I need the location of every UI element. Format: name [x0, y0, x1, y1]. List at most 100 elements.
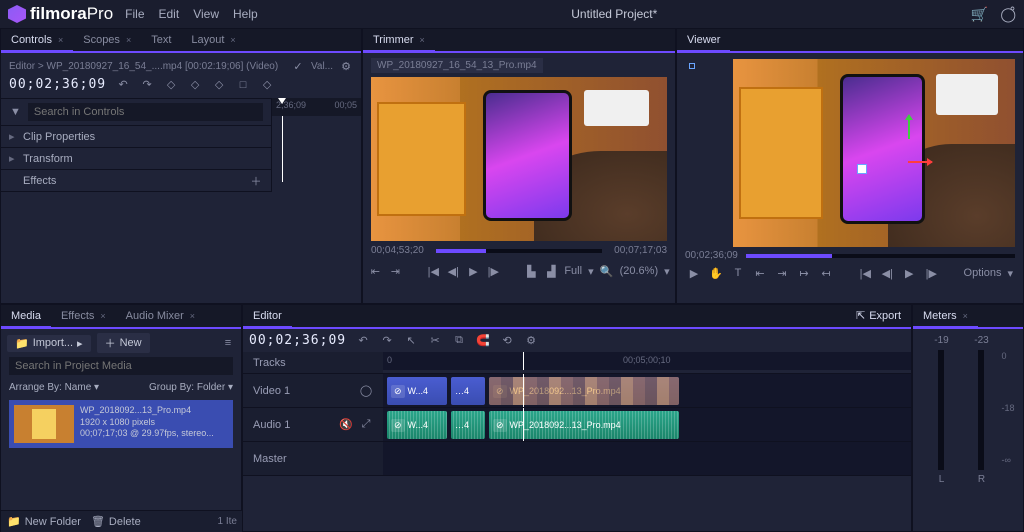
tab-text[interactable]: Text [141, 30, 181, 50]
add-effect-icon[interactable]: ＋ [249, 174, 263, 188]
track-audio1[interactable]: Audio 1🔇⤢ [243, 408, 383, 441]
audio-clip-1[interactable]: ⊘W...4 [387, 411, 447, 439]
audio-clip-2[interactable]: …4 [451, 411, 485, 439]
tab-trimmer[interactable]: Trimmer× [363, 30, 435, 52]
eye-icon[interactable]: ◯ [359, 384, 373, 398]
titlebar: filmoraPro File Edit View Help Untitled … [0, 0, 1024, 28]
zoom-icon[interactable]: 🔍 [600, 264, 614, 278]
app-logo: filmoraPro [8, 4, 113, 24]
cart-icon[interactable]: 🛒 [971, 6, 988, 23]
mute-icon[interactable]: 🔇 [339, 418, 353, 432]
tab-scopes[interactable]: Scopes× [73, 30, 141, 50]
meter-l [938, 350, 944, 470]
mark-in-icon[interactable]: ⇤ [368, 264, 382, 278]
tab-media[interactable]: Media [1, 306, 51, 328]
text-tool-icon[interactable]: T [731, 266, 745, 280]
keyframe-prev-icon[interactable]: ◇ [164, 78, 178, 92]
keyframe-next-icon[interactable]: ◇ [212, 78, 226, 92]
track-master[interactable]: Master [243, 442, 383, 475]
row-effects[interactable]: Effects＋ [1, 170, 271, 192]
stop-kf-icon[interactable]: □ [236, 78, 250, 92]
mark-out-icon[interactable]: ⇥ [388, 264, 402, 278]
video-clip-3[interactable]: ⊘WP_2018092...13_Pro.mp4 [489, 377, 679, 405]
redo-icon[interactable]: ↷ [380, 334, 394, 348]
play-icon[interactable]: ▶ [466, 264, 480, 278]
tab-audiomixer[interactable]: Audio Mixer× [116, 306, 205, 326]
tab-meters[interactable]: Meters× [913, 306, 978, 328]
tab-editor[interactable]: Editor [243, 306, 292, 328]
media-search[interactable] [9, 357, 233, 375]
undo-icon[interactable]: ↶ [356, 334, 370, 348]
mark-in-icon[interactable]: ⇤ [753, 266, 767, 280]
trimmer-filename: WP_20180927_16_54_13_Pro.mp4 [371, 58, 543, 73]
step-fwd-icon[interactable]: |▶ [924, 266, 938, 280]
keyframe-icon[interactable]: ◇ [188, 78, 202, 92]
trimmer-preview[interactable] [371, 77, 667, 241]
audio-clip-3[interactable]: ⊘WP_2018092...13_Pro.mp4 [489, 411, 679, 439]
value-icon[interactable]: ✓ [291, 59, 305, 73]
hand-tool-icon[interactable]: ✋ [709, 266, 723, 280]
settings-icon[interactable]: ⚙ [524, 334, 538, 348]
video-clip-1[interactable]: ⊘W...4 [387, 377, 447, 405]
select-tool-icon[interactable]: ▶ [687, 266, 701, 280]
meter-r [978, 350, 984, 470]
snap-icon[interactable]: 🧲 [476, 334, 490, 348]
tab-layout[interactable]: Layout× [181, 30, 245, 50]
tab-effects[interactable]: Effects× [51, 306, 116, 326]
row-transform[interactable]: ▸Transform [1, 148, 271, 170]
filter-icon[interactable]: ▼ [9, 105, 22, 119]
viewer-options[interactable]: Options [964, 267, 1002, 279]
controls-timecode[interactable]: 00;02;36;09 [9, 77, 106, 92]
group-by[interactable]: Group By: Folder ▾ [149, 382, 233, 393]
go-start-icon[interactable]: |◀ [858, 266, 872, 280]
undo-icon[interactable]: ↶ [116, 78, 130, 92]
diamond-icon[interactable]: ◇ [260, 78, 274, 92]
project-title: Untitled Project* [258, 7, 971, 21]
tab-viewer[interactable]: Viewer [677, 30, 730, 52]
tab-controls[interactable]: Controls× [1, 30, 73, 52]
user-icon[interactable]: ◯̊ [1000, 6, 1016, 23]
slip-tool-icon[interactable]: ⧉ [452, 334, 466, 348]
meter-peak-l: -19 [934, 335, 948, 346]
menu-view[interactable]: View [193, 7, 219, 21]
go-start-icon[interactable]: |◀ [426, 264, 440, 278]
viewer-margin [677, 53, 733, 247]
insert-icon[interactable]: ▙ [524, 264, 538, 278]
zoom-pct[interactable]: (20.6%) [620, 265, 659, 277]
settings-icon[interactable]: ⚙ [339, 59, 353, 73]
delete-button[interactable]: 🗑Delete [91, 515, 141, 528]
link-icon[interactable]: ⟲ [500, 334, 514, 348]
video-clip-2[interactable]: …4 [451, 377, 485, 405]
export-button[interactable]: ⇱Export [856, 309, 901, 322]
media-item[interactable]: WP_2018092...13_Pro.mp4 1920 x 1080 pixe… [9, 400, 233, 448]
track-video1[interactable]: Video 1◯ [243, 374, 383, 407]
trimmer-tc-out: 00;07;17;03 [614, 245, 667, 256]
loop-out-icon[interactable]: ↤ [819, 266, 833, 280]
chevron-icon[interactable]: ⤢ [359, 418, 373, 432]
list-view-icon[interactable]: ≡ [221, 336, 235, 350]
main-menu: File Edit View Help [125, 7, 258, 21]
razor-tool-icon[interactable]: ✂ [428, 334, 442, 348]
redo-icon[interactable]: ↷ [140, 78, 154, 92]
arrange-by[interactable]: Arrange By: Name ▾ [9, 382, 99, 393]
editor-timecode[interactable]: 00;02;36;09 [249, 333, 346, 348]
timeline-ruler[interactable]: 0 00;05;00;10 [383, 352, 911, 370]
menu-help[interactable]: Help [233, 7, 258, 21]
viewer-preview[interactable] [733, 59, 1015, 247]
new-folder-button[interactable]: 📁New Folder [7, 515, 81, 528]
step-fwd-icon[interactable]: |▶ [486, 264, 500, 278]
play-icon[interactable]: ▶ [902, 266, 916, 280]
menu-file[interactable]: File [125, 7, 144, 21]
pointer-tool-icon[interactable]: ↖ [404, 334, 418, 348]
step-back-icon[interactable]: ◀| [446, 264, 460, 278]
row-clip-properties[interactable]: ▸Clip Properties [1, 126, 271, 148]
loop-in-icon[interactable]: ↦ [797, 266, 811, 280]
full-toggle[interactable]: Full [564, 265, 582, 277]
import-button[interactable]: 📁Import...▸ [7, 335, 91, 352]
overlay-icon[interactable]: ▟ [544, 264, 558, 278]
mark-out-icon[interactable]: ⇥ [775, 266, 789, 280]
step-back-icon[interactable]: ◀| [880, 266, 894, 280]
new-button[interactable]: ＋New [97, 333, 150, 353]
controls-search[interactable] [28, 103, 263, 121]
menu-edit[interactable]: Edit [159, 7, 180, 21]
